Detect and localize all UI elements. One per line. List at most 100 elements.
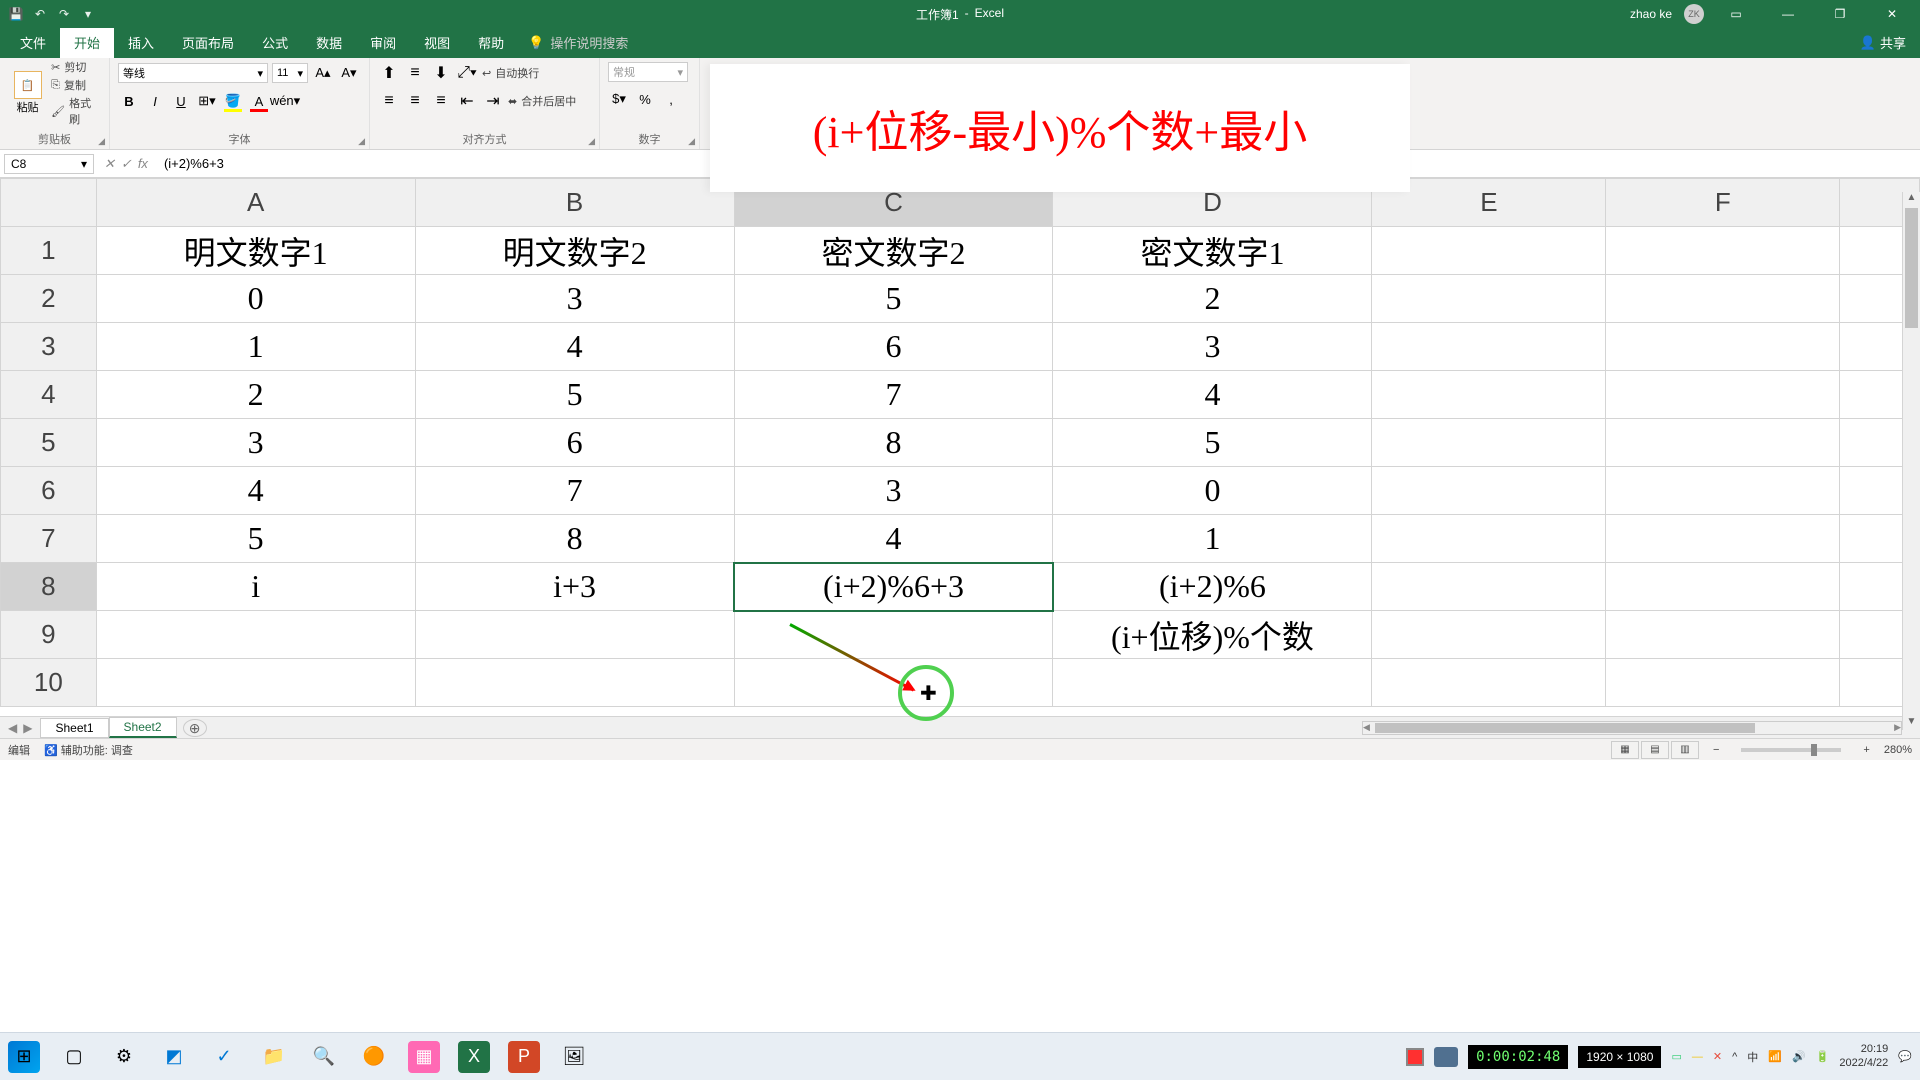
name-box[interactable]: C8▾ <box>4 154 94 174</box>
settings-icon[interactable]: ⚙ <box>108 1041 140 1073</box>
cell-C6[interactable]: 3 <box>734 467 1053 515</box>
ime-icon[interactable]: 中 <box>1747 1049 1758 1065</box>
task-view-icon[interactable]: ▢ <box>58 1041 90 1073</box>
battery-icon[interactable]: 🔋 <box>1816 1050 1830 1063</box>
app-icon-1[interactable]: ◩ <box>158 1041 190 1073</box>
sheet-nav-next-icon[interactable]: ▶ <box>23 721 32 735</box>
add-sheet-button[interactable]: ⊕ <box>183 719 207 737</box>
col-header-A[interactable]: A <box>96 179 415 227</box>
format-painter-button[interactable]: 🖌格式刷 <box>51 95 101 127</box>
align-bottom-icon[interactable]: ⬇ <box>430 62 452 84</box>
phonetic-button[interactable]: wén▾ <box>274 90 296 112</box>
horizontal-scrollbar[interactable]: ◀ ▶ <box>1362 721 1902 735</box>
cell-D7[interactable]: 1 <box>1053 515 1372 563</box>
cell-A1[interactable]: 明文数字1 <box>96 227 415 275</box>
align-middle-icon[interactable]: ≡ <box>404 62 426 84</box>
col-header-B[interactable]: B <box>415 179 734 227</box>
cell-D5[interactable]: 5 <box>1053 419 1372 467</box>
view-page-break-icon[interactable]: ▥ <box>1671 741 1699 759</box>
sheet-tab-1[interactable]: Sheet1 <box>40 718 108 738</box>
font-color-button[interactable]: A <box>248 90 270 112</box>
increase-indent-icon[interactable]: ⇥ <box>482 90 504 112</box>
wifi-icon[interactable]: 📶 <box>1768 1050 1782 1063</box>
explorer-icon[interactable]: 📁 <box>258 1041 290 1073</box>
row-header-6[interactable]: 6 <box>1 467 97 515</box>
zoom-level[interactable]: 280% <box>1884 744 1912 756</box>
row-header-5[interactable]: 5 <box>1 419 97 467</box>
cell-C8[interactable]: (i+2)%6+3 <box>734 563 1053 611</box>
row-header-8[interactable]: 8 <box>1 563 97 611</box>
cell-C7[interactable]: 4 <box>734 515 1053 563</box>
qat-dropdown-icon[interactable]: ▾ <box>80 6 96 22</box>
cell-D4[interactable]: 4 <box>1053 371 1372 419</box>
wrap-text-button[interactable]: ↩自动换行 <box>482 65 539 81</box>
border-button[interactable]: ⊞▾ <box>196 90 218 112</box>
status-accessibility[interactable]: ♿ 辅助功能: 调查 <box>44 742 133 758</box>
number-format-combo[interactable]: 常规▾ <box>608 62 688 82</box>
percent-icon[interactable]: % <box>634 88 656 110</box>
tray-chevron-icon[interactable]: ^ <box>1732 1051 1737 1063</box>
zoom-slider[interactable] <box>1741 748 1841 752</box>
cell-E1[interactable] <box>1372 227 1606 275</box>
cell-A7[interactable]: 5 <box>96 515 415 563</box>
tab-formulas[interactable]: 公式 <box>248 27 302 58</box>
clipboard-launcher-icon[interactable]: ◢ <box>98 136 105 147</box>
enter-formula-icon[interactable]: ✓ <box>121 156 132 172</box>
scroll-left-icon[interactable]: ◀ <box>1363 722 1370 733</box>
bold-button[interactable]: B <box>118 90 140 112</box>
browser-icon[interactable]: 🟠 <box>358 1041 390 1073</box>
font-name-combo[interactable]: 等线▾ <box>118 63 268 83</box>
cell-C3[interactable]: 6 <box>734 323 1053 371</box>
view-page-layout-icon[interactable]: ▤ <box>1641 741 1669 759</box>
ribbon-display-icon[interactable]: ▭ <box>1716 0 1756 28</box>
align-top-icon[interactable]: ⬆ <box>378 62 400 84</box>
align-left-icon[interactable]: ≡ <box>378 90 400 112</box>
cell-B5[interactable]: 6 <box>415 419 734 467</box>
undo-icon[interactable]: ↶ <box>32 6 48 22</box>
tray-control-2-icon[interactable]: — <box>1692 1051 1703 1063</box>
align-right-icon[interactable]: ≡ <box>430 90 452 112</box>
italic-button[interactable]: I <box>144 90 166 112</box>
underline-button[interactable]: U <box>170 90 192 112</box>
row-header-9[interactable]: 9 <box>1 611 97 659</box>
tab-help[interactable]: 帮助 <box>464 27 518 58</box>
cell-D1[interactable]: 密文数字1 <box>1053 227 1372 275</box>
vertical-scrollbar[interactable]: ▲ ▼ <box>1902 192 1920 730</box>
cancel-formula-icon[interactable]: ✕ <box>104 156 115 172</box>
tab-view[interactable]: 视图 <box>410 27 464 58</box>
fill-color-button[interactable]: 🪣 <box>222 90 244 112</box>
redo-icon[interactable]: ↷ <box>56 6 72 22</box>
col-header-F[interactable]: F <box>1606 179 1840 227</box>
photos-icon[interactable]: 🖼 <box>558 1041 590 1073</box>
font-size-combo[interactable]: 11▾ <box>272 63 308 83</box>
row-header-1[interactable]: 1 <box>1 227 97 275</box>
cell-A5[interactable]: 3 <box>96 419 415 467</box>
sheet-nav-prev-icon[interactable]: ◀ <box>8 721 17 735</box>
increase-font-icon[interactable]: A▴ <box>312 62 334 84</box>
cell-C1[interactable]: 密文数字2 <box>734 227 1053 275</box>
app-icon-2[interactable]: ▦ <box>408 1041 440 1073</box>
scroll-thumb[interactable] <box>1905 208 1918 328</box>
cell-B2[interactable]: 3 <box>415 275 734 323</box>
maximize-icon[interactable]: ❐ <box>1820 0 1860 28</box>
tab-review[interactable]: 审阅 <box>356 27 410 58</box>
merge-center-button[interactable]: ⬌合并后居中 <box>508 93 576 109</box>
cell-A8[interactable]: i <box>96 563 415 611</box>
cell-D6[interactable]: 0 <box>1053 467 1372 515</box>
save-icon[interactable]: 💾 <box>8 6 24 22</box>
tab-layout[interactable]: 页面布局 <box>168 27 248 58</box>
currency-icon[interactable]: $▾ <box>608 88 630 110</box>
cell-A4[interactable]: 2 <box>96 371 415 419</box>
camera-icon[interactable] <box>1434 1047 1458 1067</box>
cell-B7[interactable]: 8 <box>415 515 734 563</box>
cell-B3[interactable]: 4 <box>415 323 734 371</box>
zoom-out-icon[interactable]: − <box>1713 744 1719 756</box>
cell-A6[interactable]: 4 <box>96 467 415 515</box>
cell-F1[interactable] <box>1606 227 1840 275</box>
volume-icon[interactable]: 🔊 <box>1792 1050 1806 1063</box>
orientation-icon[interactable]: ⤢▾ <box>456 62 478 84</box>
decrease-indent-icon[interactable]: ⇤ <box>456 90 478 112</box>
tab-file[interactable]: 文件 <box>6 27 60 58</box>
align-center-icon[interactable]: ≡ <box>404 90 426 112</box>
zoom-in-icon[interactable]: + <box>1863 744 1869 756</box>
